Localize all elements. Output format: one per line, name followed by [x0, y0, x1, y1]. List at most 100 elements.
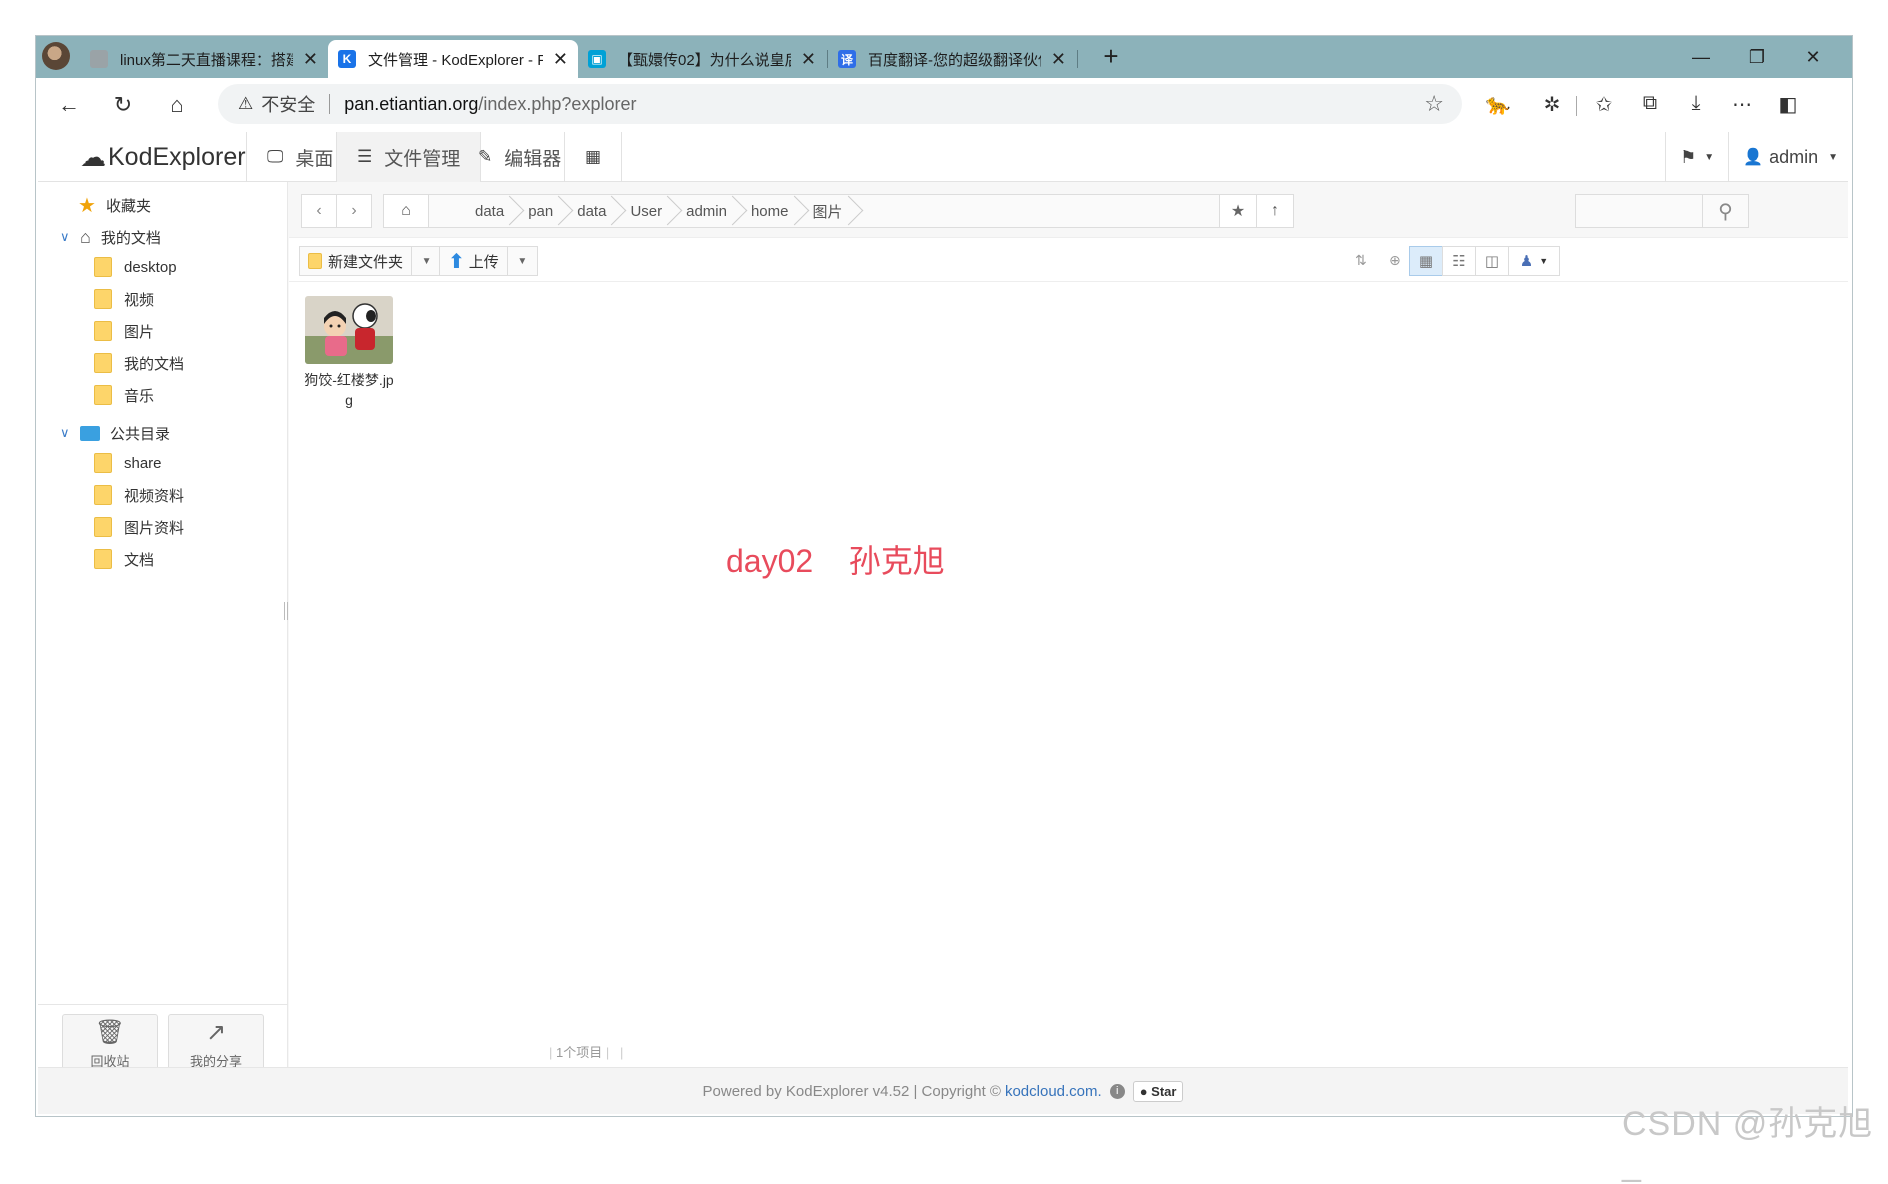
sidebar-item-label: 图片资料 [124, 519, 185, 537]
back-button[interactable]: ← [52, 88, 86, 122]
zoom-icon[interactable]: ⊕ [1389, 252, 1401, 269]
recycle-bin-button[interactable]: 🗑 回收站 [62, 1014, 158, 1074]
insecure-label[interactable]: 不安全 [261, 91, 315, 117]
path-home-button[interactable]: ⌂ [383, 194, 429, 228]
tab-linux-course[interactable]: linux第二天直播课程：搭建企业级 ✕ [80, 40, 328, 78]
sidebar-item-favorites[interactable]: ★ 收藏夹 [78, 190, 151, 220]
my-share-button[interactable]: ↗ 我的分享 [168, 1014, 264, 1074]
sidebar-item-pictures[interactable]: 图片 [94, 316, 154, 346]
sidebar-item-music[interactable]: 音乐 [94, 380, 154, 410]
kodexplorer-app: ☁ KodExplorer 🖵 桌面 ☰ 文件管理 ✎ 编辑器 ▦ ⚑ ▼ 👤 … [38, 132, 1848, 1114]
restore-button[interactable]: ❐ [1742, 44, 1772, 70]
close-window-button[interactable]: ✕ [1798, 44, 1828, 70]
tab-baidu-translate[interactable]: 译 百度翻译-您的超级翻译伙伴（文本 ✕ [828, 40, 1076, 78]
close-tab-icon[interactable]: ✕ [801, 49, 816, 70]
more-menu-icon[interactable]: ⋯ [1728, 92, 1756, 117]
folder-icon [94, 257, 112, 277]
sidebar-item-desktop[interactable]: desktop [94, 252, 177, 282]
breadcrumb-item[interactable]: data [461, 194, 514, 228]
sidebar-item-label: share [124, 454, 162, 472]
reload-button[interactable]: ↻ [106, 88, 140, 122]
chevron-down-icon[interactable]: ∨ [60, 425, 76, 441]
arrow-left-icon: ← [58, 92, 80, 117]
app-logo[interactable]: ☁ KodExplorer [80, 142, 246, 173]
sidebar-item-my-docs[interactable]: ∨ ⌂ 我的文档 [60, 222, 161, 252]
search-input[interactable]: ⚲ [1575, 194, 1749, 228]
new-folder-button[interactable]: 新建文件夹 ▼ [299, 246, 443, 276]
reload-icon: ↻ [113, 92, 133, 117]
tab-title: 百度翻译-您的超级翻译伙伴（文本 [868, 51, 1041, 69]
share-icon: ↗ [205, 1019, 227, 1046]
folder-icon [94, 385, 112, 405]
caret-down-icon: ▼ [1704, 151, 1715, 163]
sidebar-item-picture-materials[interactable]: 图片资料 [94, 512, 184, 542]
monitor-icon: 🖵 [267, 147, 284, 166]
split-view-icon: ◫ [1484, 253, 1500, 270]
bookmark-star-icon[interactable]: ☆ [1424, 91, 1444, 117]
sidebar-item-label: 公共目录 [110, 425, 171, 443]
upload-arrow-icon: ⬆ [448, 250, 465, 273]
address-bar[interactable]: ⚠ 不安全 pan.etiantian.org /index.php?explo… [218, 84, 1462, 124]
logo-text: KodExplorer [108, 143, 246, 171]
app-footer: Powered by KodExplorer v4.52 | Copyright… [38, 1067, 1848, 1114]
view-icons-button[interactable]: ▦ [1409, 246, 1443, 276]
sidebar-toggle-icon[interactable]: ◧ [1774, 92, 1802, 117]
close-tab-icon[interactable]: ✕ [553, 49, 568, 70]
view-split-button[interactable]: ◫ [1475, 246, 1509, 276]
sidebar-item-public[interactable]: ∨ 公共目录 [60, 418, 170, 448]
language-button[interactable]: ⚑ ▼ [1665, 132, 1728, 182]
tab-kodexplorer[interactable]: K 文件管理 - KodExplorer - Powered ✕ [328, 40, 578, 78]
public-folder-icon [80, 425, 100, 441]
download-icon[interactable]: ⤓ [1682, 92, 1710, 115]
browser-window: linux第二天直播课程：搭建企业级 ✕ K 文件管理 - KodExplore… [36, 36, 1852, 1116]
github-star-button[interactable]: ● Star [1132, 1080, 1184, 1102]
nav-apps-button[interactable]: ▦ [564, 132, 623, 182]
search-button[interactable]: ⚲ [1702, 195, 1748, 227]
history-forward-button[interactable]: › [336, 194, 372, 228]
caret-down-icon[interactable]: ▼ [411, 247, 441, 275]
history-back-button[interactable]: ‹ [301, 194, 337, 228]
extension-icon[interactable]: 🐆 [1484, 92, 1512, 117]
sort-icon[interactable]: ⇅ [1355, 252, 1367, 269]
footer-text: Powered by KodExplorer v4.52 | Copyright… [702, 1082, 1001, 1100]
tab-zhenhuan[interactable]: ▣ 【甄嬛传02】为什么说皇后华妃都 ✕ [578, 40, 826, 78]
profile-avatar[interactable] [42, 42, 70, 70]
close-tab-icon[interactable]: ✕ [1051, 49, 1066, 70]
minimize-button[interactable]: — [1686, 44, 1716, 70]
sidebar-item-video-materials[interactable]: 视频资料 [94, 480, 184, 510]
extensions-puzzle-icon[interactable]: ✲ [1538, 92, 1566, 117]
theme-button[interactable]: ♟ ▼ [1508, 246, 1560, 276]
caret-down-icon[interactable]: ▼ [506, 247, 537, 275]
user-icon: 👤 [1743, 149, 1764, 166]
footer-link[interactable]: kodcloud.com. [1005, 1083, 1102, 1100]
nav-tab-editor[interactable]: ✎ 编辑器 [458, 132, 581, 182]
chevron-right-icon: › [351, 202, 357, 219]
folder-icon [94, 321, 112, 341]
search-icon: ⚲ [1718, 200, 1733, 223]
upload-button[interactable]: ⬆ 上传 ▼ [439, 246, 538, 276]
collections-icon[interactable]: ⧉ [1636, 92, 1664, 115]
view-list-button[interactable]: ☷ [1442, 246, 1476, 276]
user-menu-button[interactable]: 👤 admin ▼ [1728, 132, 1848, 182]
new-tab-button[interactable]: + [1096, 42, 1126, 72]
sidebar: ★ 收藏夹 ∨ ⌂ 我的文档 desktop 视频 图片 我的文档 音乐 ∨ 公… [38, 182, 288, 1074]
favorite-path-button[interactable]: ★ [1219, 194, 1257, 228]
home-button[interactable]: ⌂ [160, 88, 194, 122]
sidebar-item-videos[interactable]: 视频 [94, 284, 154, 314]
info-icon[interactable]: i [1109, 1083, 1125, 1099]
chevron-left-icon: ‹ [316, 202, 322, 219]
sidebar-resize-handle[interactable] [284, 602, 288, 620]
tab-title: 文件管理 - KodExplorer - Powered [368, 51, 543, 69]
close-tab-icon[interactable]: ✕ [303, 49, 318, 70]
home-icon: ⌂ [170, 92, 184, 117]
sidebar-item-documents[interactable]: 我的文档 [94, 348, 184, 378]
folder-icon [94, 289, 112, 309]
upload-label: 上传 [468, 253, 499, 271]
favorites-icon[interactable]: ✩ [1590, 92, 1618, 117]
list-view-icon: ☷ [1452, 253, 1466, 270]
file-item[interactable]: 狗饺-红楼梦.jpg [301, 296, 397, 410]
parent-dir-button[interactable]: ↑ [1256, 194, 1294, 228]
chevron-down-icon[interactable]: ∨ [60, 229, 76, 245]
sidebar-item-share[interactable]: share [94, 448, 162, 478]
sidebar-item-docs[interactable]: 文档 [94, 544, 154, 574]
